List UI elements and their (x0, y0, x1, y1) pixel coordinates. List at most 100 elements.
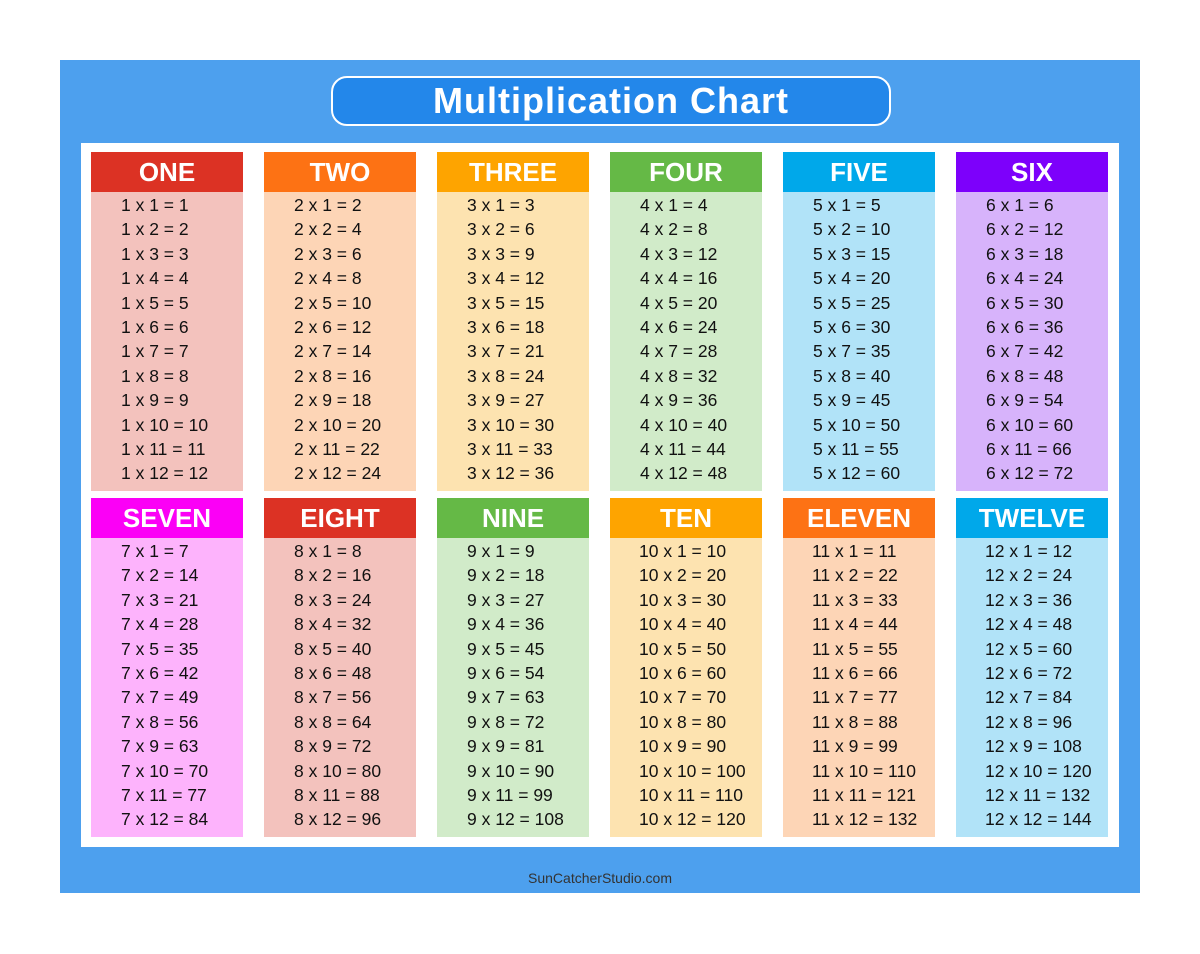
fact-row: 3 x 8 = 24 (467, 365, 545, 386)
fact-row: 2 x 12 = 24 (294, 463, 382, 484)
fact-row: 6 x 6 = 36 (986, 316, 1064, 337)
fact-row: 11 x 1 = 11 (812, 541, 897, 561)
fact-row: 10 x 12 = 120 (639, 809, 746, 830)
fact-row: 4 x 4 = 16 (640, 268, 718, 289)
table-card-six: SIX 6 x 1 = 6 6 x 2 = 12 6 x 3 = 18 6 x 4 = … (956, 152, 1108, 491)
fact-row: 12 x 6 = 72 (985, 662, 1073, 683)
table-body: 6 x 1 = 6 6 x 2 = 12 6 x 3 = 18 6 x 4 = 24 6… (956, 192, 1108, 491)
table-card-five: FIVE 5 x 1 = 5 5 x 2 = 10 5 x 3 = 15 5 x 4 =… (783, 152, 935, 491)
table-body: 10 x 1 = 10 10 x 2 = 20 10 x 3 = 30 10 x 4 … (610, 538, 762, 837)
fact-row: 7 x 1 = 7 (121, 541, 189, 561)
fact-row: 11 x 6 = 66 (812, 662, 898, 683)
fact-row: 1 x 4 = 4 (121, 268, 189, 289)
fact-row: 1 x 2 = 2 (121, 219, 189, 240)
fact-row: 11 x 11 = 121 (812, 784, 916, 805)
fact-row: 4 x 9 = 36 (640, 390, 718, 411)
fact-row: 5 x 3 = 15 (813, 243, 891, 264)
table-body: 8 x 1 = 8 8 x 2 = 16 8 x 3 = 24 8 x 4 = 32 8… (264, 538, 416, 837)
fact-row: 9 x 8 = 72 (467, 711, 545, 732)
fact-row: 12 x 12 = 144 (985, 809, 1092, 830)
fact-row: 7 x 9 = 63 (121, 736, 199, 757)
fact-row: 8 x 11 = 88 (294, 784, 380, 805)
fact-row: 1 x 7 = 7 (121, 341, 189, 362)
table-heading: TEN (610, 498, 762, 538)
fact-row: 4 x 8 = 32 (640, 365, 718, 386)
fact-row: 5 x 6 = 30 (813, 316, 891, 337)
fact-row: 9 x 9 = 81 (467, 736, 545, 757)
fact-row: 5 x 11 = 55 (813, 438, 899, 459)
fact-row: 8 x 10 = 80 (294, 760, 382, 781)
fact-row: 9 x 1 = 9 (467, 541, 535, 561)
fact-row: 11 x 8 = 88 (812, 711, 898, 732)
fact-row: 3 x 4 = 12 (467, 268, 545, 289)
table-heading: FOUR (610, 152, 762, 192)
fact-row: 2 x 8 = 16 (294, 365, 372, 386)
fact-row: 8 x 8 = 64 (294, 711, 372, 732)
fact-row: 4 x 1 = 4 (640, 195, 708, 215)
fact-row: 10 x 4 = 40 (639, 614, 727, 635)
table-body: 11 x 1 = 11 11 x 2 = 22 11 x 3 = 33 11 x 4 … (783, 538, 935, 837)
fact-row: 11 x 4 = 44 (812, 614, 898, 635)
fact-row: 7 x 2 = 14 (121, 565, 199, 586)
fact-row: 2 x 6 = 12 (294, 316, 372, 337)
fact-row: 10 x 5 = 50 (639, 638, 727, 659)
table-heading: EIGHT (264, 498, 416, 538)
fact-row: 3 x 7 = 21 (467, 341, 545, 362)
fact-row: 6 x 4 = 24 (986, 268, 1064, 289)
fact-row: 8 x 4 = 32 (294, 614, 372, 635)
fact-row: 2 x 10 = 20 (294, 414, 382, 435)
fact-row: 9 x 6 = 54 (467, 662, 545, 683)
fact-row: 2 x 5 = 10 (294, 292, 372, 313)
fact-row: 4 x 11 = 44 (640, 438, 726, 459)
fact-row: 10 x 10 = 100 (639, 760, 746, 781)
fact-row: 5 x 4 = 20 (813, 268, 891, 289)
fact-row: 5 x 1 = 5 (813, 195, 881, 215)
table-body: 12 x 1 = 12 12 x 2 = 24 12 x 3 = 36 12 x 4 … (956, 538, 1108, 837)
fact-row: 1 x 1 = 1 (121, 195, 189, 215)
fact-row: 2 x 4 = 8 (294, 268, 362, 289)
fact-row: 12 x 11 = 132 (985, 784, 1091, 805)
fact-row: 1 x 9 = 9 (121, 390, 189, 411)
fact-row: 6 x 10 = 60 (986, 414, 1074, 435)
fact-row: 2 x 1 = 2 (294, 195, 362, 215)
table-heading: TWELVE (956, 498, 1108, 538)
fact-row: 1 x 8 = 8 (121, 365, 189, 386)
fact-row: 7 x 10 = 70 (121, 760, 209, 781)
fact-row: 2 x 7 = 14 (294, 341, 372, 362)
fact-row: 1 x 6 = 6 (121, 316, 189, 337)
fact-row: 5 x 10 = 50 (813, 414, 901, 435)
fact-row: 12 x 5 = 60 (985, 638, 1073, 659)
fact-row: 12 x 9 = 108 (985, 736, 1082, 757)
fact-row: 1 x 3 = 3 (121, 243, 189, 264)
fact-row: 3 x 2 = 6 (467, 219, 535, 240)
fact-row: 3 x 6 = 18 (467, 316, 545, 337)
fact-row: 6 x 7 = 42 (986, 341, 1064, 362)
fact-row: 1 x 5 = 5 (121, 292, 189, 313)
table-heading: ONE (91, 152, 243, 192)
table-card-twelve: TWELVE 12 x 1 = 12 12 x 2 = 24 12 x 3 = 36 1… (956, 498, 1108, 837)
fact-row: 10 x 2 = 20 (639, 565, 727, 586)
fact-row: 10 x 6 = 60 (639, 662, 727, 683)
fact-row: 6 x 1 = 6 (986, 195, 1054, 215)
table-heading: NINE (437, 498, 589, 538)
table-body: 4 x 1 = 4 4 x 2 = 8 4 x 3 = 12 4 x 4 = 16 4 … (610, 192, 762, 491)
fact-row: 1 x 10 = 10 (121, 414, 209, 435)
fact-row: 12 x 7 = 84 (985, 687, 1073, 708)
fact-row: 2 x 11 = 22 (294, 438, 380, 459)
fact-row: 8 x 6 = 48 (294, 662, 372, 683)
fact-row: 10 x 1 = 10 (639, 541, 727, 561)
fact-row: 7 x 4 = 28 (121, 614, 199, 635)
fact-row: 6 x 3 = 18 (986, 243, 1064, 264)
fact-row: 9 x 7 = 63 (467, 687, 545, 708)
fact-row: 12 x 1 = 12 (985, 541, 1073, 561)
fact-row: 4 x 10 = 40 (640, 414, 728, 435)
fact-row: 11 x 2 = 22 (812, 565, 898, 586)
table-body: 2 x 1 = 2 2 x 2 = 4 2 x 3 = 6 2 x 4 = 8 2 x … (264, 192, 416, 491)
fact-row: 8 x 3 = 24 (294, 589, 372, 610)
fact-row: 7 x 3 = 21 (121, 589, 199, 610)
fact-row: 12 x 10 = 120 (985, 760, 1092, 781)
fact-row: 9 x 12 = 108 (467, 809, 564, 830)
fact-row: 10 x 8 = 80 (639, 711, 727, 732)
fact-row: 3 x 11 = 33 (467, 438, 553, 459)
fact-row: 4 x 2 = 8 (640, 219, 708, 240)
